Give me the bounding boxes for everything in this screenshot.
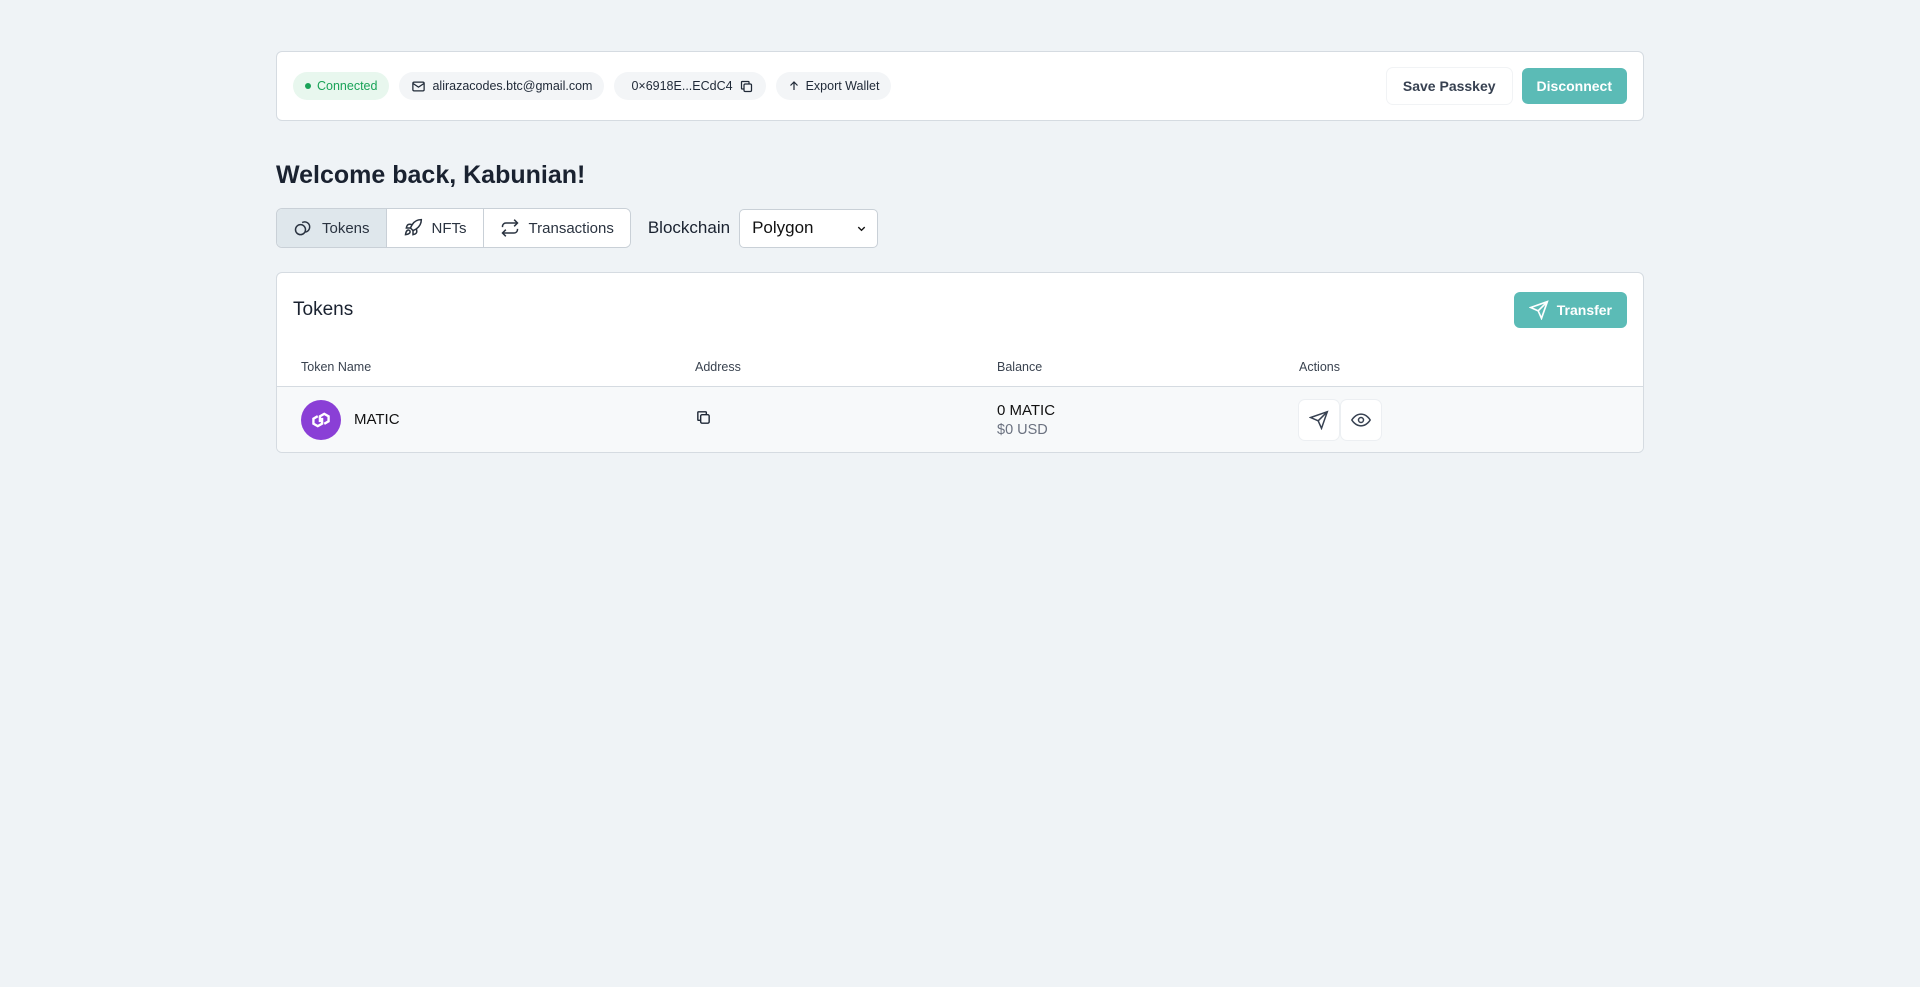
eye-icon <box>1351 412 1371 427</box>
tab-tokens-label: Tokens <box>322 219 370 237</box>
send-icon <box>1528 300 1549 320</box>
save-passkey-button[interactable]: Save Passkey <box>1386 68 1512 104</box>
token-name-cell: MATIC <box>277 399 695 440</box>
send-token-button[interactable] <box>1299 399 1339 440</box>
header-actions: Save Passkey Disconnect <box>1386 68 1627 104</box>
status-dot-icon <box>305 83 311 89</box>
arrows-repeat-icon <box>500 219 519 237</box>
tokens-card: Tokens Transfer Token Name Address Balan… <box>276 272 1644 453</box>
copy-address-icon[interactable] <box>695 409 712 426</box>
column-header-token-name: Token Name <box>301 359 372 374</box>
page-title: Welcome back, Kabunian! <box>276 161 586 189</box>
status-badge: Connected <box>293 72 390 100</box>
column-header-address: Address <box>695 359 741 374</box>
send-icon <box>1309 409 1329 430</box>
address-text: 0×6918E...ECdC4 <box>631 79 733 93</box>
view-token-button[interactable] <box>1341 399 1381 440</box>
email-pill: alirazacodes.btc@gmail.com <box>399 72 605 100</box>
matic-logo-icon <box>301 399 341 440</box>
address-pill[interactable]: 0×6918E...ECdC4 <box>614 72 766 100</box>
tab-transactions-label: Transactions <box>528 219 614 237</box>
copy-icon[interactable] <box>739 79 754 94</box>
table-row: MATIC 0 MATIC $0 USD <box>277 387 1643 452</box>
wallet-header: Connected alirazacodes.btc@gmail.com 0×6… <box>276 51 1644 121</box>
token-balance-cell: 0 MATIC $0 USD <box>997 402 1299 438</box>
chevron-down-icon <box>857 226 866 231</box>
tokens-title: Tokens <box>293 299 354 320</box>
tab-nfts-label: NFTs <box>431 219 467 237</box>
transfer-label: Transfer <box>1556 302 1612 318</box>
status-text: Connected <box>317 79 378 93</box>
tab-group: Tokens NFTs Transactions <box>276 208 631 248</box>
arrow-up-icon <box>789 81 798 90</box>
table-header: Token Name Address Balance Actions <box>277 347 1643 387</box>
tabs-row: Tokens NFTs Transactions Blockchain Poly… <box>276 208 1644 248</box>
token-actions <box>1299 399 1643 440</box>
export-wallet-label: Export Wallet <box>805 79 880 93</box>
tab-nfts[interactable]: NFTs <box>386 209 484 247</box>
tab-tokens[interactable]: Tokens <box>277 209 387 247</box>
blockchain-selected: Polygon <box>752 218 814 237</box>
export-wallet-button[interactable]: Export Wallet <box>775 72 892 100</box>
disconnect-button[interactable]: Disconnect <box>1521 68 1627 104</box>
wallet-info: Connected alirazacodes.btc@gmail.com 0×6… <box>293 72 892 100</box>
tab-transactions[interactable]: Transactions <box>483 209 630 247</box>
email-text: alirazacodes.btc@gmail.com <box>432 79 593 93</box>
token-name: MATIC <box>354 411 400 428</box>
token-balance: 0 MATIC <box>997 401 1056 419</box>
column-header-actions: Actions <box>1299 359 1340 374</box>
rocket-icon <box>404 218 422 236</box>
blockchain-select[interactable]: Polygon <box>739 208 879 248</box>
token-address-cell <box>695 409 997 431</box>
coins-icon <box>294 221 311 236</box>
blockchain-label: Blockchain <box>647 218 731 237</box>
column-header-balance: Balance <box>997 359 1043 374</box>
app-container: Connected alirazacodes.btc@gmail.com 0×6… <box>276 51 1644 453</box>
mail-icon <box>412 81 426 91</box>
transfer-button[interactable]: Transfer <box>1513 292 1627 328</box>
tokens-header: Tokens Transfer <box>277 273 1643 347</box>
token-balance-usd: $0 USD <box>997 421 1048 438</box>
